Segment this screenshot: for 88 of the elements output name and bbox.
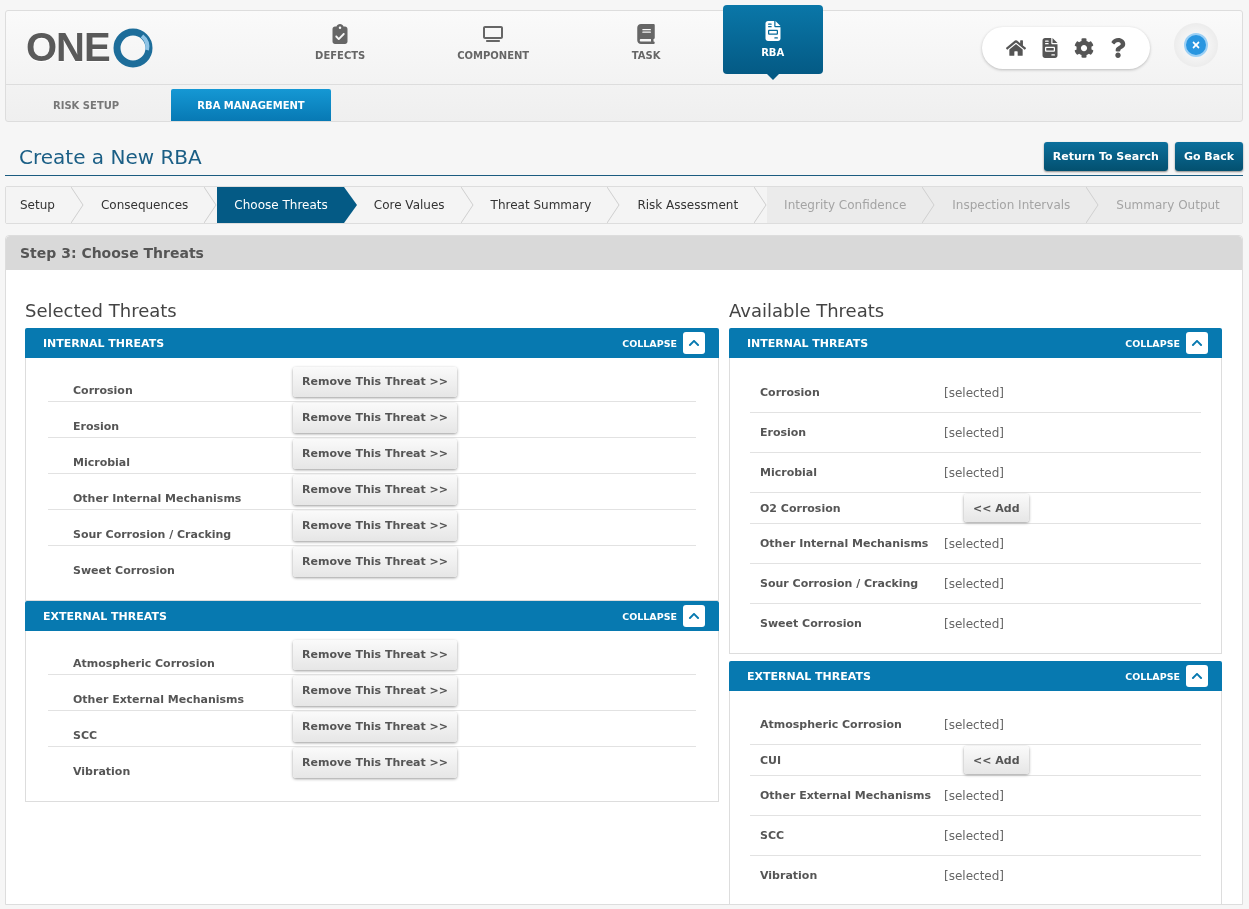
remove-threat-button[interactable]: Remove This Threat >> (293, 747, 458, 778)
document-icon (762, 21, 783, 41)
chevron-up-icon (1191, 337, 1203, 349)
selected-status: [selected] (944, 717, 1005, 732)
notebook-icon (636, 24, 657, 44)
remove-threat-button[interactable]: Remove This Threat >> (293, 639, 458, 670)
sub-tab[interactable]: RISK SETUP (16, 89, 171, 121)
chevron-icon (607, 187, 621, 223)
nav-tab[interactable]: DEFECTS (263, 11, 417, 74)
selected-status: [selected] (944, 425, 1005, 440)
logo-swirl-icon (111, 27, 154, 68)
add-threat-button[interactable]: << Add (964, 746, 1029, 774)
remove-threat-button[interactable]: Remove This Threat >> (293, 366, 458, 397)
chevron-up-icon (1191, 670, 1203, 682)
threat-name: Corrosion (760, 386, 821, 399)
threat-name: Microbial (73, 456, 132, 471)
threat-name: Other Internal Mechanisms (760, 537, 930, 550)
threat-name: Erosion (73, 420, 121, 435)
selected-status: [selected] (944, 616, 1005, 631)
remove-threat-button[interactable]: Remove This Threat >> (293, 675, 458, 706)
chevron-icon (922, 187, 936, 223)
collapse-button[interactable]: COLLAPSE (622, 605, 705, 627)
collapse-button[interactable]: COLLAPSE (1125, 332, 1208, 354)
group-title: INTERNAL THREATS (747, 336, 869, 350)
selected-status: [selected] (944, 828, 1005, 843)
remove-threat-button[interactable]: Remove This Threat >> (293, 546, 458, 577)
chevron-icon (204, 187, 218, 223)
remove-threat-button[interactable]: Remove This Threat >> (293, 438, 458, 469)
chevron-up-icon (688, 610, 700, 622)
chevron-icon (1086, 187, 1100, 223)
close-icon (1191, 40, 1201, 50)
document-icon[interactable] (1040, 38, 1060, 58)
threat-name: Sour Corrosion / Cracking (73, 528, 233, 543)
threat-name: Other External Mechanisms (760, 789, 933, 802)
selected-status: [selected] (944, 868, 1005, 883)
threat-name: Other External Mechanisms (73, 693, 246, 708)
threat-name: Vibration (760, 869, 819, 882)
monitor-icon (483, 24, 504, 44)
threat-name: Vibration (73, 765, 132, 780)
wizard-step[interactable]: Choose Threats (217, 187, 357, 223)
threat-name: Erosion (760, 426, 808, 439)
remove-threat-button[interactable]: Remove This Threat >> (293, 510, 458, 541)
nav-tab[interactable]: COMPONENT (416, 11, 570, 74)
selected-status: [selected] (944, 576, 1005, 591)
remove-threat-button[interactable]: Remove This Threat >> (293, 474, 458, 505)
threat-name: SCC (760, 829, 786, 842)
nav-tab[interactable]: TASK (569, 11, 723, 74)
chevron-icon (460, 187, 474, 223)
threat-name: Sweet Corrosion (73, 564, 176, 579)
column-title: Selected Threats (25, 300, 178, 321)
column-title: Available Threats (729, 300, 886, 321)
selected-status: [selected] (944, 385, 1005, 400)
threat-name: CUI (760, 753, 783, 767)
wizard-step[interactable]: Setup (6, 187, 84, 223)
threat-name: SCC (73, 729, 99, 744)
collapse-button[interactable]: COLLAPSE (622, 332, 705, 354)
chevron-icon (343, 187, 357, 223)
clipboard-icon (330, 24, 351, 44)
threat-name: Corrosion (73, 384, 134, 399)
threat-name: Other Internal Mechanisms (73, 492, 243, 507)
group-title: EXTERNAL THREATS (747, 669, 871, 683)
threat-name: Sour Corrosion / Cracking (760, 577, 920, 590)
panel-heading: Step 3: Choose Threats (6, 236, 1242, 270)
home-icon[interactable] (1006, 38, 1026, 58)
sub-tab[interactable]: RBA MANAGEMENT (171, 89, 331, 121)
logo: ONE (26, 25, 154, 70)
selected-status: [selected] (944, 788, 1005, 803)
selected-status: [selected] (944, 536, 1005, 551)
chevron-up-icon (688, 337, 700, 349)
remove-threat-button[interactable]: Remove This Threat >> (293, 402, 458, 433)
threat-name: O2 Corrosion (760, 501, 842, 515)
chevron-icon (70, 187, 84, 223)
threat-name: Microbial (760, 466, 819, 479)
group-title: INTERNAL THREATS (43, 336, 165, 350)
return-button[interactable]: Return To Search (1043, 142, 1168, 171)
close-button[interactable] (1174, 23, 1218, 67)
selected-status: [selected] (944, 465, 1005, 480)
chevron-icon (754, 187, 768, 223)
add-threat-button[interactable]: << Add (964, 494, 1029, 522)
group-title: EXTERNAL THREATS (43, 609, 167, 623)
back-button[interactable]: Go Back (1174, 142, 1243, 171)
collapse-button[interactable]: COLLAPSE (1125, 665, 1208, 687)
threat-name: Sweet Corrosion (760, 617, 863, 630)
remove-threat-button[interactable]: Remove This Threat >> (293, 711, 458, 742)
page-title: Create a New RBA (19, 144, 202, 169)
threat-name: Atmospheric Corrosion (73, 657, 216, 672)
threat-name: Atmospheric Corrosion (760, 718, 903, 731)
settings-icon[interactable] (1074, 38, 1094, 58)
